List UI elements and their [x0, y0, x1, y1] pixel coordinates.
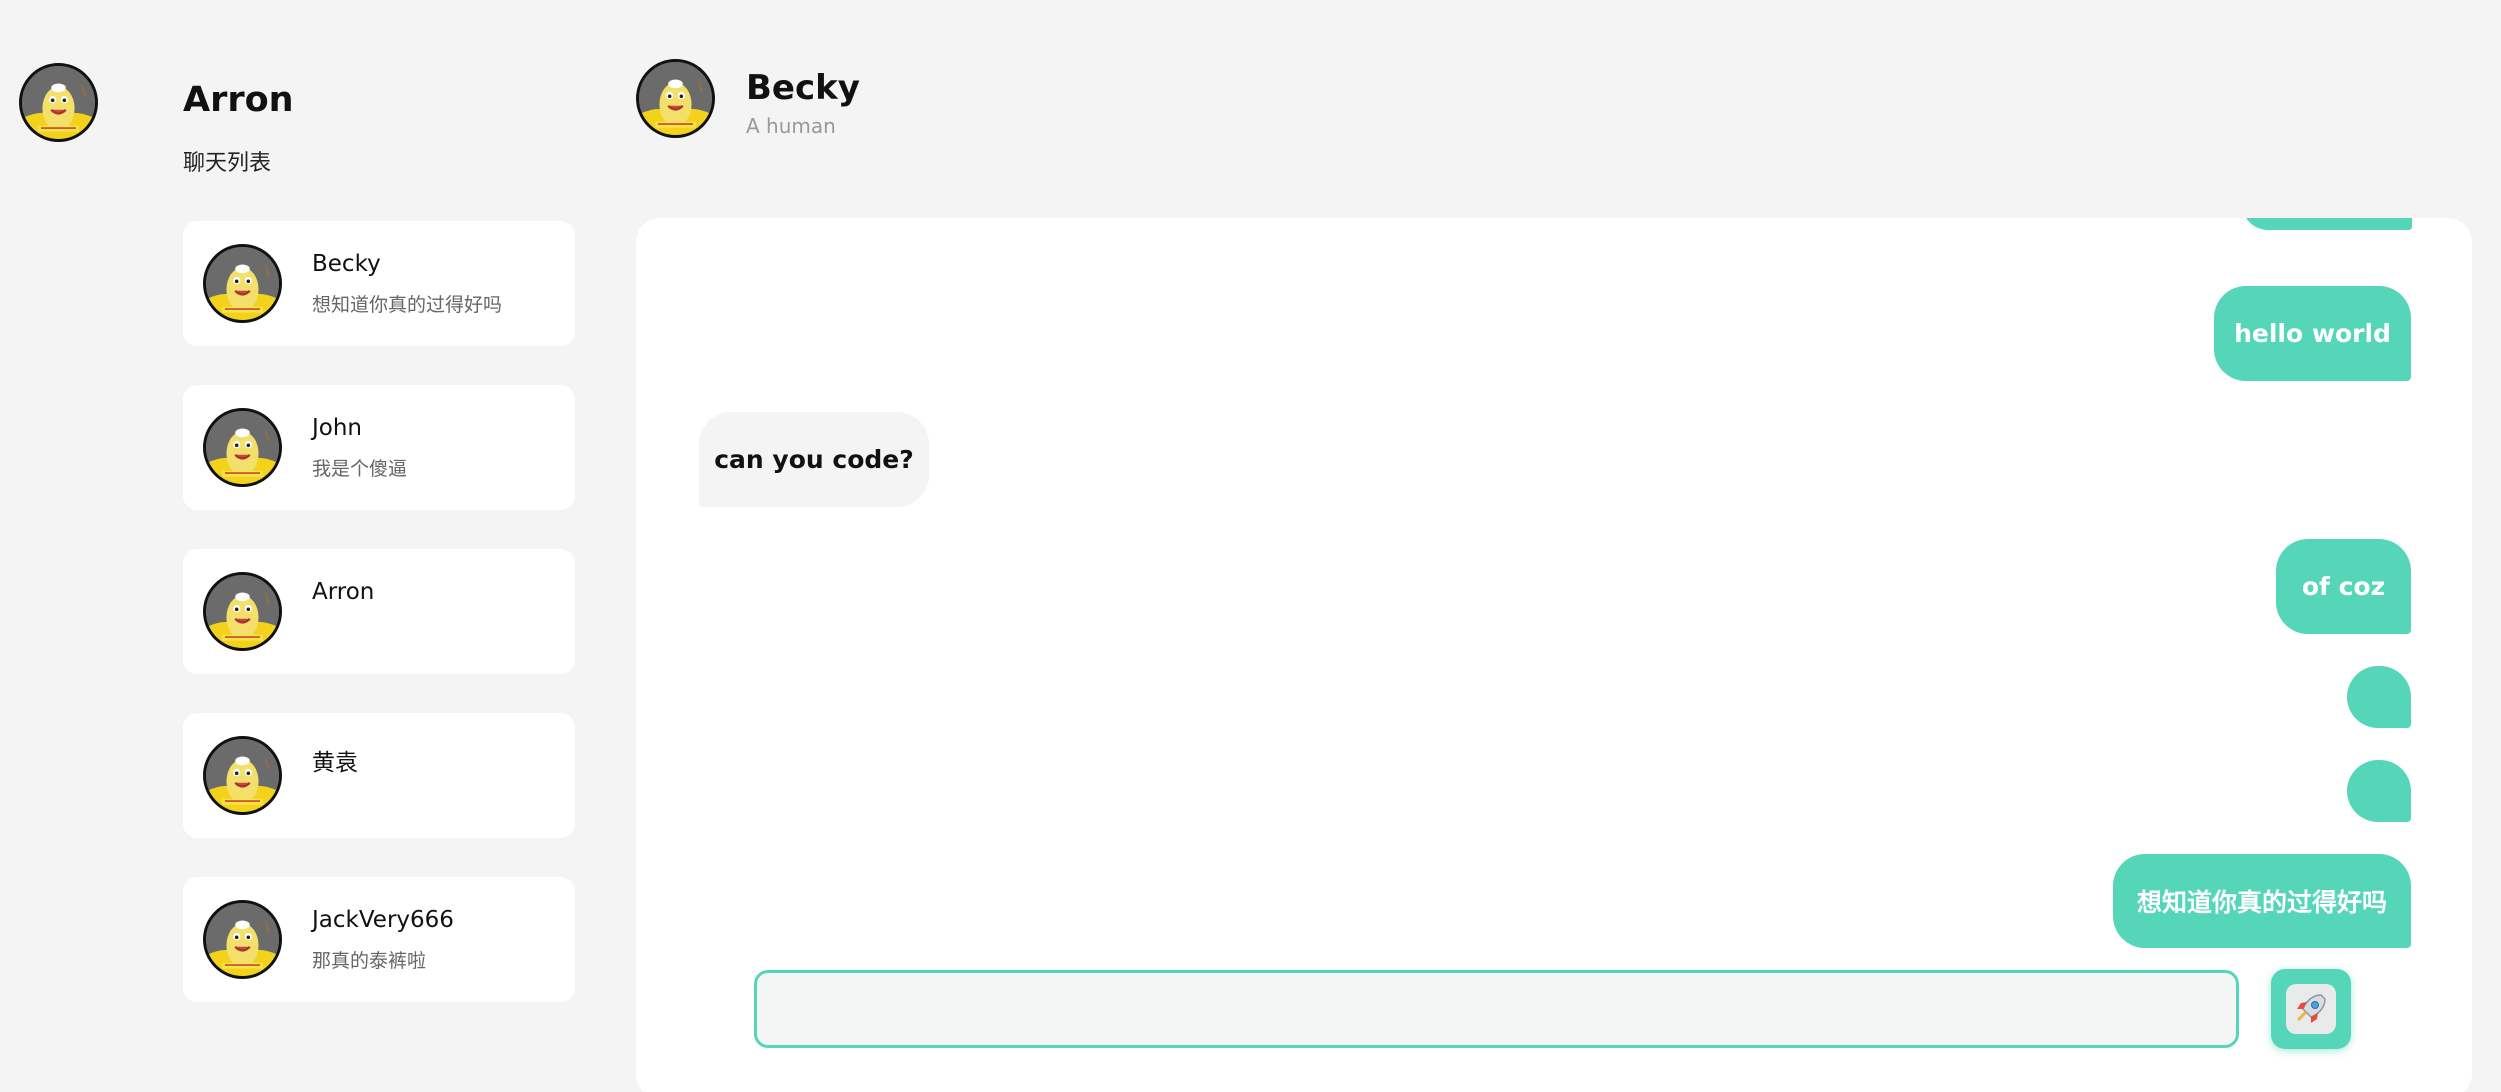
message-input[interactable] — [754, 970, 2239, 1048]
avatar — [203, 572, 282, 651]
message-bubble-outgoing — [2347, 666, 2411, 728]
avatar — [203, 408, 282, 487]
message-bubble-outgoing: hello world — [2214, 286, 2411, 381]
chat-item-name: Arron — [312, 579, 375, 605]
chat-item-preview: 我是个傻逼 — [312, 458, 408, 480]
message-bubble-outgoing — [2242, 218, 2412, 230]
chat-item-name: Becky — [312, 251, 381, 277]
current-user-name: Arron — [183, 80, 294, 120]
chat-item-name: JackVery666 — [312, 907, 454, 933]
conversation-title: Becky — [746, 68, 860, 108]
chat-item-john[interactable]: John 我是个傻逼 — [183, 385, 575, 510]
avatar-image — [22, 66, 95, 139]
conversation-avatar[interactable] — [636, 59, 715, 138]
message-bubble-outgoing — [2347, 760, 2411, 822]
send-button[interactable] — [2271, 969, 2351, 1049]
avatar-image — [639, 62, 712, 135]
message-panel[interactable]: hello world can you code? of coz 想知道你真的过… — [636, 218, 2472, 1092]
chat-item-arron[interactable]: Arron — [183, 549, 575, 674]
chat-item-becky[interactable]: Becky 想知道你真的过得好吗 — [183, 221, 575, 346]
avatar — [203, 900, 282, 979]
chat-list: Becky 想知道你真的过得好吗 John 我是个傻逼 Arron 黄袁 Jac… — [183, 221, 575, 1041]
chat-item-name: 黄袁 — [312, 750, 358, 776]
chat-list-title: 聊天列表 — [183, 151, 272, 176]
avatar — [203, 736, 282, 815]
chat-app: Arron 聊天列表 Becky 想知道你真的过得好吗 John 我是个傻逼 A… — [0, 0, 2501, 1092]
chat-item-preview: 那真的泰裤啦 — [312, 950, 427, 972]
message-bubble-outgoing: 想知道你真的过得好吗 — [2113, 854, 2411, 948]
chat-item-huangyuan[interactable]: 黄袁 — [183, 713, 575, 838]
message-bubble-outgoing: of coz — [2276, 539, 2411, 634]
current-user-avatar[interactable] — [19, 63, 98, 142]
avatar — [203, 244, 282, 323]
chat-item-preview: 想知道你真的过得好吗 — [312, 294, 503, 316]
chat-item-jackvery666[interactable]: JackVery666 那真的泰裤啦 — [183, 877, 575, 1002]
conversation-subtitle: A human — [746, 114, 836, 138]
message-bubble-incoming: can you code? — [699, 412, 929, 507]
chat-item-name: John — [312, 415, 363, 441]
rocket-icon — [2286, 984, 2336, 1034]
